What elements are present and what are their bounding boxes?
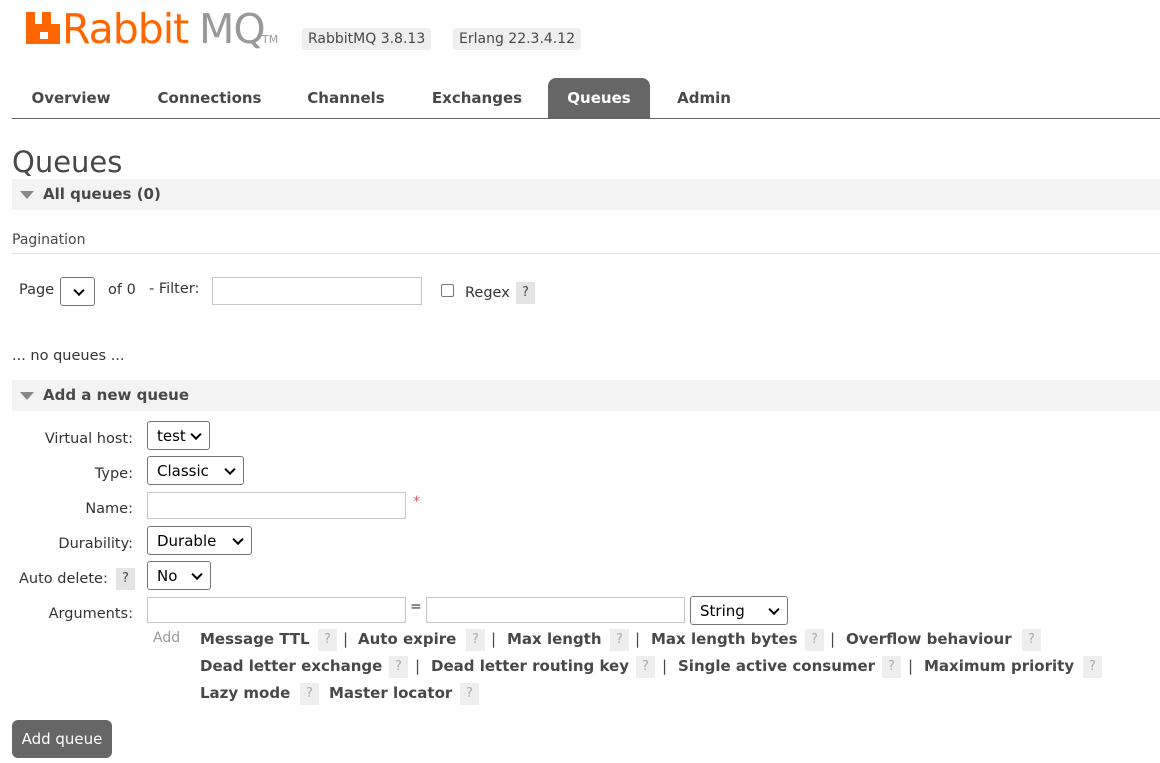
chevron-down-icon	[224, 463, 236, 475]
master-locator-help-icon[interactable]: ?	[460, 683, 479, 705]
arg-link-dead-letter-routing-key[interactable]: Dead letter routing key	[431, 657, 629, 675]
max-length-help-icon[interactable]: ?	[610, 629, 629, 651]
tab-queues[interactable]: Queues	[548, 78, 650, 118]
tab-connections[interactable]: Connections	[146, 78, 273, 118]
add-argument-label: Add	[153, 630, 181, 646]
collapse-triangle-icon	[20, 392, 34, 400]
all-queues-label: All queues (0)	[43, 185, 161, 203]
rabbit-logo-icon	[26, 12, 60, 44]
max-length-bytes-help-icon[interactable]: ?	[805, 629, 824, 651]
arg-link-single-active-consumer[interactable]: Single active consumer	[678, 657, 875, 675]
arg-link-max-length-bytes[interactable]: Max length bytes	[651, 630, 798, 648]
overflow-behaviour-help-icon[interactable]: ?	[1022, 629, 1041, 651]
durability-value: Durable	[157, 531, 217, 550]
chevron-down-icon	[190, 428, 202, 440]
add-queue-section-header[interactable]: Add a new queue	[12, 380, 1160, 411]
separator: |	[343, 630, 349, 648]
regex-label: Regex	[465, 285, 510, 301]
chevron-down-icon	[73, 284, 85, 296]
regex-checkbox[interactable]	[441, 284, 454, 297]
separator: |	[415, 657, 421, 675]
arg-link-lazy-mode[interactable]: Lazy mode	[200, 684, 290, 702]
auto-delete-select[interactable]: No	[147, 561, 211, 590]
arg-link-max-length[interactable]: Max length	[507, 630, 602, 648]
separator: |	[635, 630, 641, 648]
chevron-down-icon	[232, 533, 244, 545]
dead-letter-exchange-help-icon[interactable]: ?	[389, 656, 408, 678]
erlang-version-badge: Erlang 22.3.4.12	[453, 28, 582, 50]
argument-type-value: String	[700, 601, 745, 620]
durability-select[interactable]: Durable	[147, 526, 252, 555]
auto-expire-help-icon[interactable]: ?	[466, 629, 485, 651]
lazy-mode-help-icon[interactable]: ?	[300, 683, 319, 705]
no-queues-message: ... no queues ...	[12, 348, 125, 364]
dead-letter-routing-key-help-icon[interactable]: ?	[636, 656, 655, 678]
queue-type-select[interactable]: Classic	[147, 456, 244, 485]
auto-delete-value: No	[157, 566, 178, 585]
arg-link-overflow-behaviour[interactable]: Overflow behaviour	[846, 630, 1012, 648]
argument-type-select[interactable]: String	[690, 596, 788, 625]
tab-overview[interactable]: Overview	[12, 78, 130, 118]
required-asterisk: *	[413, 494, 420, 510]
argument-value-input[interactable]	[426, 597, 685, 623]
auto-delete-label: Auto delete:	[19, 571, 108, 587]
message-ttl-help-icon[interactable]: ?	[318, 629, 337, 651]
add-queue-button[interactable]: Add queue	[12, 720, 112, 758]
tab-channels[interactable]: Channels	[291, 78, 401, 118]
filter-label: - Filter:	[149, 281, 200, 297]
page-title: Queues	[12, 145, 123, 179]
filter-input[interactable]	[212, 277, 422, 305]
svg-text:Rabbit: Rabbit	[62, 8, 189, 52]
arg-link-message-ttl[interactable]: Message TTL	[200, 630, 310, 648]
arg-link-dead-letter-exchange[interactable]: Dead letter exchange	[200, 657, 382, 675]
add-queue-section-label: Add a new queue	[43, 386, 190, 404]
main-nav-tabs: Overview Connections Channels Exchanges …	[12, 78, 1160, 119]
separator: |	[491, 630, 497, 648]
virtual-host-value: test	[157, 426, 186, 445]
page-select[interactable]	[60, 277, 95, 306]
single-active-consumer-help-icon[interactable]: ?	[882, 656, 901, 678]
tab-admin[interactable]: Admin	[667, 78, 741, 118]
queue-name-input[interactable]	[147, 492, 406, 519]
virtual-host-label: Virtual host:	[44, 431, 133, 447]
queue-type-value: Classic	[157, 461, 209, 480]
equals-sign: =	[410, 599, 422, 615]
durability-label: Durability:	[58, 536, 133, 552]
type-label: Type:	[94, 466, 133, 482]
separator: |	[830, 630, 836, 648]
rabbitmq-version-badge: RabbitMQ 3.8.13	[302, 28, 432, 50]
all-queues-section-header[interactable]: All queues (0)	[12, 179, 1160, 210]
arguments-label: Arguments:	[48, 606, 133, 622]
page-label: Page	[19, 282, 55, 298]
page-count-text: of 0	[108, 282, 136, 298]
chevron-down-icon	[768, 603, 780, 615]
collapse-triangle-icon	[20, 191, 34, 199]
regex-help-icon[interactable]: ?	[516, 282, 535, 304]
pagination-heading: Pagination	[12, 232, 86, 248]
pagination-divider	[12, 253, 1160, 254]
tab-exchanges[interactable]: Exchanges	[417, 78, 537, 118]
separator: |	[662, 657, 668, 675]
arg-link-auto-expire[interactable]: Auto expire	[358, 630, 456, 648]
separator: |	[908, 657, 914, 675]
name-label: Name:	[85, 501, 133, 517]
svg-text:MQ: MQ	[199, 8, 265, 52]
arg-link-maximum-priority[interactable]: Maximum priority	[924, 657, 1074, 675]
svg-text:TM: TM	[261, 33, 278, 46]
rabbitmq-logo: Rabbit MQ TM	[26, 8, 296, 52]
argument-key-input[interactable]	[147, 597, 406, 623]
auto-delete-help-icon[interactable]: ?	[116, 568, 135, 590]
chevron-down-icon	[191, 568, 203, 580]
maximum-priority-help-icon[interactable]: ?	[1083, 656, 1102, 678]
virtual-host-select[interactable]: test	[147, 421, 210, 450]
arg-link-master-locator[interactable]: Master locator	[329, 684, 452, 702]
